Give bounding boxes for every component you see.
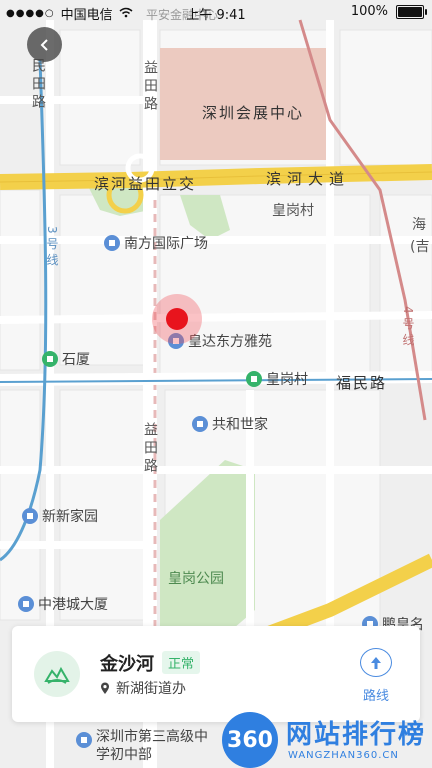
- poi-shixia-station[interactable]: 石厦: [42, 349, 90, 369]
- river-icon: [34, 651, 80, 697]
- battery-icon: [396, 4, 427, 19]
- location-text: 新湖街道办: [116, 681, 186, 697]
- label-ji: (吉: [410, 239, 430, 255]
- school-icon: [76, 732, 92, 748]
- poi-huanggang-station[interactable]: 皇岗村: [246, 369, 308, 389]
- poi-zhonggang[interactable]: 中港城大厦: [18, 594, 108, 614]
- poi-xinxin[interactable]: 新新家园: [22, 506, 98, 526]
- location-row: 新湖街道办: [100, 678, 186, 698]
- metro-station-icon: [42, 351, 58, 367]
- location-marker-icon: [101, 682, 109, 694]
- river-name: 金沙河: [100, 654, 154, 675]
- building-icon: [104, 235, 120, 251]
- building-icon: [192, 416, 208, 432]
- label-line4: 4号线: [401, 306, 415, 350]
- status-right: 100%: [350, 4, 427, 19]
- watermark: 360 网站排行榜 WANGZHAN360.CN: [222, 700, 432, 768]
- watermark-subtitle: WANGZHAN360.CN: [288, 750, 399, 761]
- chevron-left-icon: [40, 38, 48, 51]
- poi-gonghe[interactable]: 共和世家: [192, 414, 268, 434]
- label-yitian-road-south: 益田路: [142, 422, 158, 476]
- metro-station-icon: [246, 371, 262, 387]
- location-pin[interactable]: [152, 294, 202, 344]
- battery-percent: 100%: [350, 4, 388, 19]
- route-icon: [360, 648, 392, 677]
- label-huanggang-village: 皇岗村: [272, 203, 314, 219]
- label-hai: 海: [412, 217, 426, 233]
- location-pin-core: [166, 308, 188, 330]
- watermark-title: 网站排行榜: [286, 720, 427, 750]
- label-convention-center: 深圳会展中心: [202, 104, 305, 122]
- label-yitian-road-north: 益田路: [142, 60, 158, 114]
- label-mintian-road: 民田路: [30, 58, 46, 112]
- building-icon: [18, 596, 34, 612]
- route-button[interactable]: 路线: [354, 648, 398, 704]
- label-binhe-yitian-overpass: 滨河益田立交: [94, 175, 197, 193]
- label-fumin-road: 福民路: [336, 374, 388, 392]
- label-line3: 3号线: [45, 226, 59, 270]
- poi-nanfang-plaza[interactable]: 南方国际广场: [104, 233, 208, 253]
- watermark-logo: 360: [222, 712, 278, 768]
- back-button[interactable]: [27, 27, 62, 62]
- status-badge: 正常: [162, 651, 201, 674]
- poi-school[interactable]: 深圳市第三高级中学初中部: [76, 728, 208, 764]
- label-binhe-avenue: 滨河大道: [266, 170, 351, 188]
- label-huanggang-park: 皇岗公园: [168, 571, 224, 587]
- building-icon: [22, 508, 38, 524]
- status-bar: ●●●●○ 中国电信 上午 9:41 100%: [0, 0, 432, 24]
